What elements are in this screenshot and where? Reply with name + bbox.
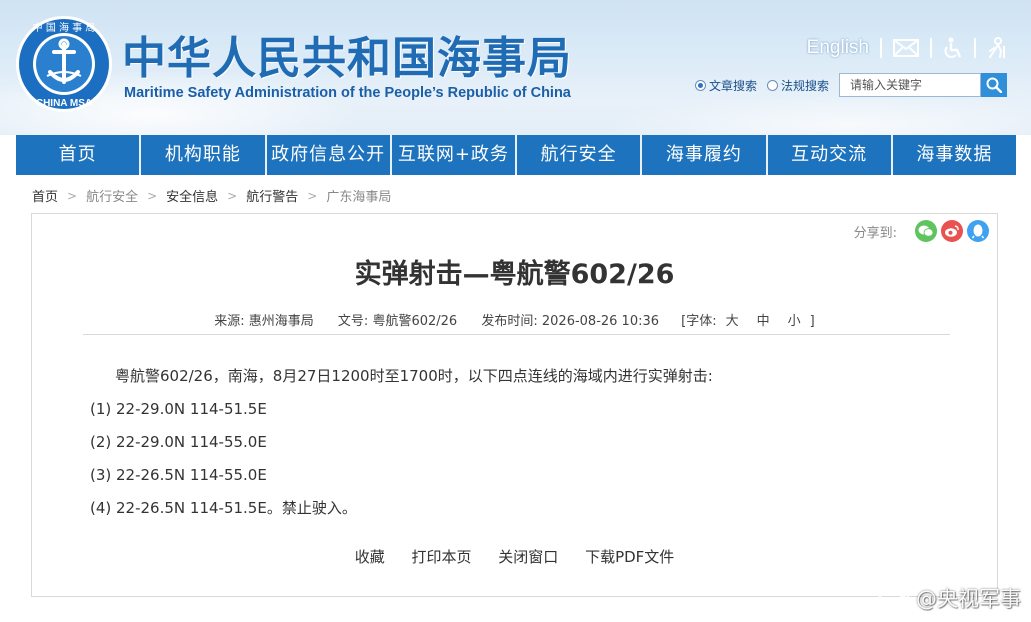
meta-docno: 文号: 粤航警602/26 [338,314,457,329]
meta-divider [83,334,950,335]
breadcrumb-navigation-safety[interactable]: 航行安全 [86,186,138,205]
font-size-label: [字体: [681,314,717,329]
accessibility-icon[interactable] [943,37,963,59]
toolbar-divider [880,38,882,58]
article-lead-paragraph: 粤航警602/26，南海，8月27日1200时至1700时，以下四点连线的海域内… [115,367,713,385]
article-actions: 收藏 打印本页 关闭窗口 下载PDF文件 [32,546,997,567]
emblem-text-bottom: CHINA MSA [36,98,92,109]
site-title: 中华人民共和国海事局 [122,33,572,84]
chevron-right-icon: > [67,188,78,203]
meta-source: 来源: 惠州海事局 [214,314,314,329]
search-button[interactable] [981,73,1008,97]
breadcrumb-guangdong-msa[interactable]: 广东海事局 [326,186,391,205]
site-header: 中 国 海 事 局 CHINA MSA 中华人民共和国海事局 Maritime … [0,0,1031,135]
search-option-regulations[interactable]: 法规搜索 [767,77,829,94]
nav-item-conventions[interactable]: 海事履约 [642,135,768,175]
nav-item-home[interactable]: 首页 [16,135,142,175]
breadcrumb-nav-warnings[interactable]: 航行警告 [246,186,298,205]
font-size-small[interactable]: 小 [788,314,801,329]
elder-mode-icon[interactable] [987,37,1007,59]
nav-item-gov-info[interactable]: 政府信息公开 [267,135,392,175]
search-input[interactable] [839,73,982,97]
nav-item-interaction[interactable]: 互动交流 [768,135,893,175]
meta-date-value: 2026-08-26 10:36 [541,314,660,329]
font-size-large[interactable]: 大 [726,314,739,329]
weibo-share-icon[interactable] [941,220,963,242]
share-label: 分享到: [853,225,897,241]
qq-share-icon[interactable] [967,220,989,242]
wechat-share-icon[interactable] [915,220,937,242]
meta-date: 发布时间: 2026-08-26 10:36 [481,314,659,329]
print-page-link[interactable]: 打印本页 [411,548,471,566]
meta-docno-label: 文号: [337,314,369,329]
search-option-articles[interactable]: 文章搜索 [695,77,757,94]
chevron-right-icon: > [307,188,318,203]
search-option-label: 法规搜索 [781,78,830,93]
article-panel: 分享到: 实弹射击—粤航警602/26 来源: 惠州海事局 文号: 粤航警602… [31,213,998,597]
breadcrumb-home[interactable]: 首页 [32,186,58,205]
nav-item-maritime-data[interactable]: 海事数据 [893,135,1016,175]
nav-item-functions[interactable]: 机构职能 [141,135,267,175]
meta-docno-value: 粤航警602/26 [372,314,458,329]
toolbar-divider [974,38,976,58]
favorite-link[interactable]: 收藏 [355,548,385,566]
mail-icon[interactable] [893,39,919,57]
radio-selected[interactable] [695,79,706,91]
radio-unselected[interactable] [767,79,779,91]
meta-source-label: 来源: [214,314,245,329]
english-link[interactable]: English [807,37,869,59]
article-title: 实弹射击—粤航警602/26 [354,259,675,290]
nav-item-navigation-safety[interactable]: 航行安全 [517,135,643,175]
meta-date-label: 发布时间: [481,314,538,329]
nav-item-internet-services[interactable]: 互联网+政务 [392,135,517,175]
share-bar: 分享到: [854,220,989,242]
search-option-label: 文章搜索 [709,78,758,93]
emblem-text-top: 中 国 海 事 局 [33,21,96,34]
font-size-controls: [字体: 大 中 小] [681,314,815,329]
coordinate-point: (3) 22-26.5N 114-55.0E [90,466,267,484]
weibo-watermark: @央视军事 [876,583,1021,613]
msa-emblem-logo[interactable]: 中 国 海 事 局 CHINA MSA [14,14,114,114]
search-icon [986,77,1003,93]
font-size-close: ] [809,314,815,329]
watermark-text: @央视军事 [916,587,1021,611]
top-toolbar: English [807,36,1007,60]
search-bar: 文章搜索 法规搜索 [695,73,1008,97]
site-subtitle: Maritime Safety Administration of the Pe… [124,85,571,101]
font-size-medium[interactable]: 中 [757,314,770,329]
coordinate-point: (4) 22-26.5N 114-51.5E。禁止驶入。 [90,499,357,517]
breadcrumb: 首页 > 航行安全 > 安全信息 > 航行警告 > 广东海事局 [32,186,391,206]
article-body: 粤航警602/26，南海，8月27日1200时至1700时，以下四点连线的海域内… [90,360,713,525]
toolbar-divider [930,38,932,58]
coordinate-point: (1) 22-29.0N 114-51.5E [90,400,267,418]
download-pdf-link[interactable]: 下载PDF文件 [585,548,674,566]
breadcrumb-safety-info[interactable]: 安全信息 [166,186,218,205]
close-window-link[interactable]: 关闭窗口 [498,548,558,566]
chevron-right-icon: > [147,188,158,203]
weibo-watermark-icon [877,588,910,611]
coordinate-point: (2) 22-29.0N 114-55.0E [90,433,267,451]
main-nav: 首页 机构职能 政府信息公开 互联网+政务 航行安全 海事履约 互动交流 海事数… [16,135,1016,175]
meta-source-value: 惠州海事局 [248,314,314,329]
chevron-right-icon: > [227,188,238,203]
article-meta: 来源: 惠州海事局 文号: 粤航警602/26 发布时间: 2026-08-26… [32,310,997,329]
